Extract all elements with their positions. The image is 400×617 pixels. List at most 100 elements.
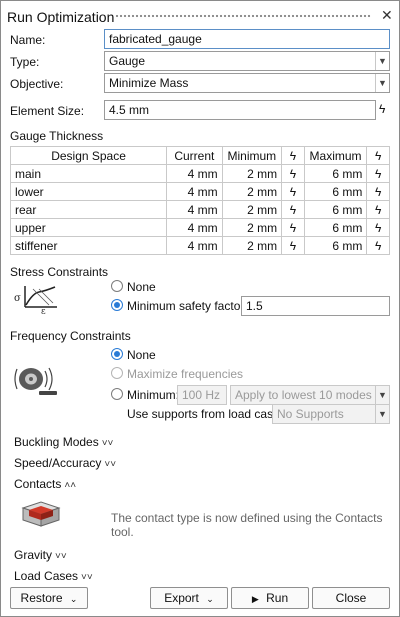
- contacts-toggle[interactable]: Contacts ˄˄: [14, 477, 76, 491]
- row-maximum[interactable]: 6 mm: [303, 182, 368, 201]
- row-maximum[interactable]: 6 mm: [303, 236, 368, 255]
- gravity-label: Gravity: [14, 548, 53, 562]
- chevron-double-down-icon: ˅˅: [104, 459, 117, 470]
- row-minimum[interactable]: 2 mm: [221, 182, 283, 201]
- row-minimum[interactable]: 2 mm: [221, 236, 283, 255]
- speed-accuracy-toggle[interactable]: Speed/Accuracy ˅˅: [14, 456, 116, 470]
- run-label: Run: [266, 591, 289, 605]
- export-button[interactable]: Export ⌄: [150, 587, 228, 609]
- row-current: 4 mm: [166, 182, 223, 201]
- table-row[interactable]: rear 4 mm 2 mm ϟ 6 mm ϟ: [9, 200, 390, 219]
- stress-min-safety-label: Minimum safety factor:: [127, 299, 248, 313]
- freq-apply-select[interactable]: Apply to lowest 10 modes ▼: [230, 385, 390, 405]
- freq-none-radio[interactable]: [111, 348, 123, 360]
- chevron-down-icon: ▼: [375, 405, 389, 423]
- freq-minimum-radio[interactable]: [111, 388, 123, 400]
- stress-min-safety-radio[interactable]: [111, 299, 123, 311]
- table-row[interactable]: lower 4 mm 2 mm ϟ 6 mm ϟ: [9, 182, 390, 201]
- supports-select[interactable]: No Supports ▼: [272, 404, 390, 424]
- buckling-modes-label: Buckling Modes: [14, 435, 99, 449]
- objective-label: Objective:: [10, 77, 64, 91]
- contacts-icon: [21, 501, 61, 527]
- chevron-down-icon: ⌄: [69, 594, 78, 604]
- table-row[interactable]: upper 4 mm 2 mm ϟ 6 mm ϟ: [9, 218, 390, 237]
- lightning-icon: ϟ: [366, 146, 390, 165]
- safety-factor-input[interactable]: 1.5: [241, 296, 390, 316]
- export-label: Export: [164, 591, 199, 605]
- lightning-icon[interactable]: ϟ: [379, 102, 385, 116]
- freq-minimum-label: Minimum:: [127, 388, 180, 402]
- load-cases-label: Load Cases: [14, 569, 79, 583]
- table-row[interactable]: stiffener 4 mm 2 mm ϟ 6 mm ϟ: [9, 236, 390, 255]
- close-icon[interactable]: ✕: [381, 7, 393, 24]
- row-name: lower: [9, 182, 168, 201]
- col-design-space: Design Space: [9, 146, 168, 165]
- contacts-note: The contact type is now defined using th…: [111, 511, 383, 539]
- play-icon: ▶: [251, 594, 259, 604]
- lightning-icon[interactable]: ϟ: [366, 182, 390, 201]
- stress-none-radio[interactable]: [111, 280, 123, 292]
- row-maximum[interactable]: 6 mm: [303, 218, 368, 237]
- col-minimum: Minimum: [221, 146, 283, 165]
- freq-maximize-radio[interactable]: [111, 367, 123, 379]
- speed-accuracy-label: Speed/Accuracy: [14, 456, 102, 470]
- row-name: rear: [9, 200, 168, 219]
- buckling-modes-toggle[interactable]: Buckling Modes ˅˅: [14, 435, 113, 449]
- lightning-icon[interactable]: ϟ: [366, 218, 390, 237]
- gravity-toggle[interactable]: Gravity ˅˅: [14, 548, 67, 562]
- row-name: stiffener: [9, 236, 168, 255]
- row-minimum[interactable]: 2 mm: [221, 200, 283, 219]
- table-header-row: Design Space Current Minimum ϟ Maximum ϟ: [9, 146, 390, 165]
- supports-value: No Supports: [277, 407, 344, 421]
- row-minimum[interactable]: 2 mm: [221, 218, 283, 237]
- type-select[interactable]: Gauge ▼: [104, 51, 390, 71]
- col-current: Current: [166, 146, 223, 165]
- objective-select[interactable]: Minimize Mass ▼: [104, 73, 390, 93]
- objective-select-value: Minimize Mass: [109, 76, 189, 90]
- freq-maximize-label: Maximize frequencies: [127, 367, 244, 381]
- frequency-icon: [14, 367, 57, 395]
- chevron-down-icon: ⌄: [206, 594, 214, 604]
- drag-handle[interactable]: [115, 14, 371, 19]
- lightning-icon: ϟ: [281, 146, 305, 165]
- type-label: Type:: [10, 55, 40, 69]
- name-label: Name:: [10, 33, 46, 47]
- chevron-double-up-icon: ˄˄: [64, 480, 77, 491]
- element-size-label: Element Size:: [10, 104, 85, 118]
- stress-strain-icon: σ ε: [14, 286, 57, 315]
- frequency-constraints-title: Frequency Constraints: [10, 329, 131, 343]
- lightning-icon[interactable]: ϟ: [366, 236, 390, 255]
- lightning-icon[interactable]: ϟ: [281, 182, 305, 201]
- load-cases-toggle[interactable]: Load Cases ˅˅: [14, 569, 93, 583]
- row-minimum[interactable]: 2 mm: [221, 164, 283, 183]
- lightning-icon[interactable]: ϟ: [366, 164, 390, 183]
- chevron-down-icon: ▼: [375, 52, 389, 70]
- supports-label: Use supports from load case:: [127, 407, 284, 421]
- row-maximum[interactable]: 6 mm: [303, 200, 368, 219]
- freq-minimum-input[interactable]: 100 Hz: [177, 385, 227, 405]
- element-size-input[interactable]: 4.5 mm: [104, 100, 376, 120]
- gauge-table: Design Space Current Minimum ϟ Maximum ϟ…: [9, 146, 390, 255]
- restore-button[interactable]: Restore ⌄: [10, 587, 88, 609]
- row-name: upper: [9, 218, 168, 237]
- col-maximum: Maximum: [303, 146, 368, 165]
- lightning-icon[interactable]: ϟ: [281, 164, 305, 183]
- table-row[interactable]: main 4 mm 2 mm ϟ 6 mm ϟ: [9, 164, 390, 183]
- lightning-icon[interactable]: ϟ: [281, 218, 305, 237]
- name-input[interactable]: fabricated_gauge: [104, 29, 390, 49]
- close-button[interactable]: Close: [312, 587, 390, 609]
- freq-apply-value: Apply to lowest 10 modes: [235, 388, 372, 402]
- chevron-down-icon: ▼: [375, 386, 389, 404]
- row-current: 4 mm: [166, 200, 223, 219]
- chevron-double-down-icon: ˅˅: [81, 572, 93, 583]
- stress-none-label: None: [127, 280, 156, 294]
- lightning-icon[interactable]: ϟ: [281, 236, 305, 255]
- lightning-icon[interactable]: ϟ: [366, 200, 390, 219]
- row-maximum[interactable]: 6 mm: [303, 164, 368, 183]
- row-current: 4 mm: [166, 218, 223, 237]
- row-current: 4 mm: [166, 164, 223, 183]
- dialog-title: Run Optimization: [7, 9, 115, 25]
- gauge-thickness-title: Gauge Thickness: [10, 129, 104, 143]
- run-button[interactable]: ▶ Run: [231, 587, 309, 609]
- lightning-icon[interactable]: ϟ: [281, 200, 305, 219]
